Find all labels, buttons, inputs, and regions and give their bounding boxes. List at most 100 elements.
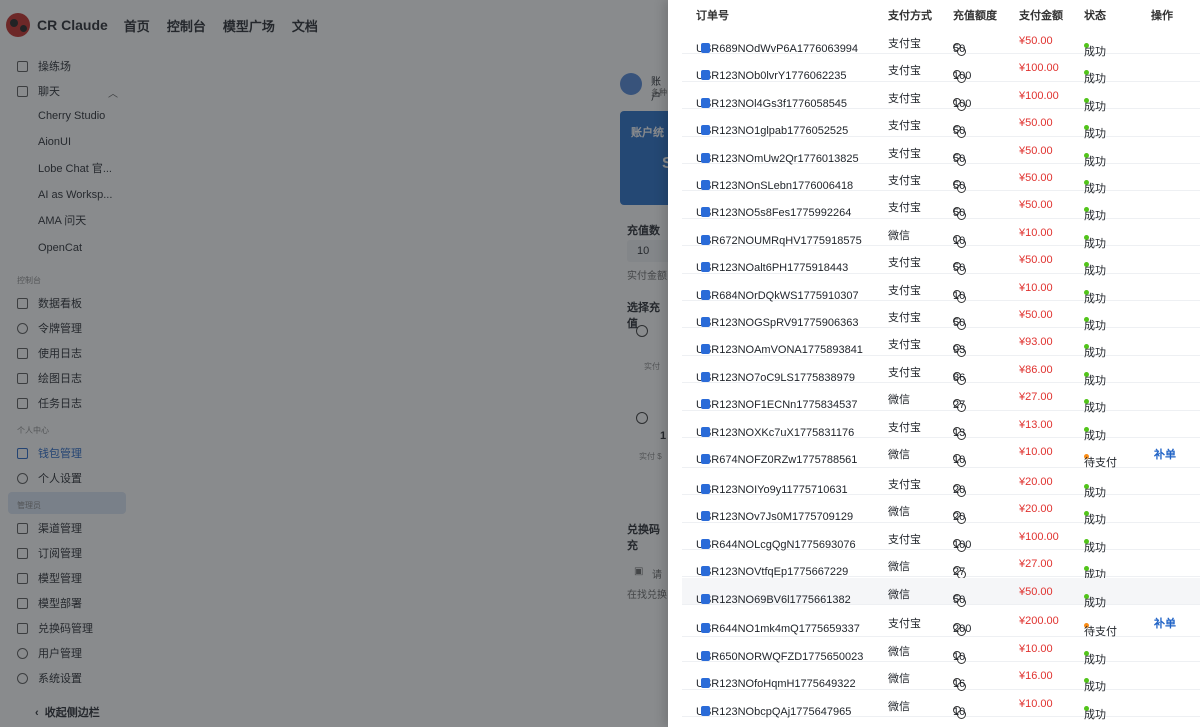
copy-icon[interactable] [699,621,710,634]
copy-icon[interactable] [699,123,710,136]
group-title-personal: 个人中心 [17,426,49,435]
copy-icon[interactable] [699,509,710,522]
redeem-input[interactable]: 请 [652,566,662,581]
sidebar-item-drawing-log[interactable]: 绘图日志 [17,368,82,388]
table-row: USR123NO7oC9LS1775838979 支付宝 86 ¥86.00 成功 [682,356,1200,387]
sidebar-item-usage-log[interactable]: 使用日志 [17,343,82,363]
pay-amount: ¥100.00 [1019,530,1059,543]
sidebar-item-personal-settings[interactable]: 个人设置 [17,468,82,488]
pay-amount: ¥50.00 [1019,144,1053,157]
nav-console[interactable]: 控制台 [167,16,206,35]
choose-recharge-label: 选择充值 [627,302,660,330]
chat-sub-lobe-chat[interactable]: Lobe Chat 官... [38,159,112,179]
table-row: USR672NOUMRqHV1775918575 微信 10 ¥10.00 成功 [682,219,1200,250]
copy-icon[interactable] [699,232,710,245]
table-row: USR123NO69BV6l1775661382 微信 50 ¥50.00 成功 [682,577,1200,609]
sidebar-item-models[interactable]: 模型管理 [17,568,82,588]
chat-sub-ai-as-workspace[interactable]: AI as Worksp... [38,185,112,205]
sidebar-item-chat[interactable]: 聊天 [17,81,60,101]
pay-amount: ¥50.00 [1019,254,1053,267]
sidebar-item-system-settings[interactable]: 系统设置 [17,668,82,688]
pay-amount: ¥10.00 [1019,697,1053,710]
table-row: USR123NOF1ECNn1775834537 微信 27 ¥27.00 成功 [682,383,1200,414]
copy-icon[interactable] [699,150,710,163]
pay-amount: ¥10.00 [1019,226,1053,239]
copy-icon[interactable] [699,481,710,494]
copy-icon[interactable] [699,205,710,218]
copy-icon[interactable] [699,703,710,716]
pay-method: 支付宝 [888,38,921,50]
sidebar-item-task-log[interactable]: 任务日志 [17,393,82,413]
pay-method: 微信 [888,588,910,601]
copy-icon[interactable] [699,41,710,53]
pay-method: 支付宝 [888,618,921,631]
resupply-order-button[interactable]: 补单 [1154,615,1176,631]
copy-icon[interactable] [699,452,710,464]
chat-sub-aionui[interactable]: AionUI [38,132,71,152]
table-row: USR123NOVtfqEp1775667229 微信 27 ¥27.00 成功 [682,550,1200,581]
chat-sub-ama[interactable]: AMA 问天 [38,211,86,231]
redeem-hint: 在找兑换 [627,590,667,601]
collapse-sidebar-button[interactable]: ‹ 收起侧边栏 [35,704,100,720]
copy-icon[interactable] [699,178,710,190]
copy-icon[interactable] [699,95,710,108]
resupply-order-button[interactable]: 补单 [1154,446,1176,462]
copy-icon[interactable] [699,424,710,437]
pay-amount: ¥93.00 [1019,336,1053,349]
recharge-amount-input[interactable]: 10 [627,240,668,262]
copy-icon[interactable] [699,287,710,300]
copy-icon[interactable] [699,397,710,410]
copy-icon[interactable] [699,536,710,549]
nav-home[interactable]: 首页 [124,16,150,35]
pay-method: 微信 [888,645,910,658]
chat-sub-opencat[interactable]: OpenCat [38,238,82,258]
copy-icon[interactable] [699,676,710,689]
dashboard-icon [17,297,28,309]
sidebar-item-wallet[interactable]: 钱包管理 [17,443,82,463]
pay-method: 支付宝 [888,175,921,187]
sidebar: 操练场 聊天 ︿ Cherry Studio AionUI Lobe Chat … [0,50,130,727]
table-header: 订单号 支付方式 充值额度 支付金额 状态 操作 [668,0,1200,27]
copy-icon[interactable] [699,564,710,577]
sidebar-item-redeem-codes[interactable]: 兑换码管理 [17,618,93,638]
sidebar-item-channels[interactable]: 渠道管理 [17,518,82,538]
playground-icon [17,60,28,72]
redeem-label: 兑换码充 [627,524,660,552]
copy-icon[interactable] [699,315,710,327]
table-row: USR123NOAmVONA1775893841 支付宝 93 ¥93.00 成功 [682,328,1200,359]
pay-method: 微信 [888,394,910,407]
pay-amount: ¥200.00 [1019,615,1059,628]
app-name[interactable]: CR Claude [37,17,108,33]
actual-amount-label: 实付金额 [627,271,667,282]
copy-icon[interactable] [699,260,710,273]
table-row: USR123NOIYo9y11775710631 支付宝 20 ¥20.00 成功 [682,468,1200,499]
sidebar-item-subscriptions[interactable]: 订阅管理 [17,543,82,563]
sidebar-item-playground[interactable]: 操练场 [17,56,71,76]
pay-amount: ¥27.00 [1019,391,1053,404]
table-row: USR123NObcpQAj1775647965 微信 10 ¥10.00 成功 [682,690,1200,721]
sidebar-item-model-deploy[interactable]: 模型部署 [17,593,82,613]
chat-sub-cherry-studio[interactable]: Cherry Studio [38,106,105,126]
copy-icon[interactable] [699,68,710,81]
header-quota: 充值额度 [953,10,997,22]
copy-icon[interactable] [699,648,710,661]
nav-model-square[interactable]: 模型广场 [223,16,275,35]
copy-icon[interactable] [699,591,710,604]
pay-amount: ¥50.00 [1019,35,1053,47]
chevron-up-icon[interactable]: ︿ [108,85,118,100]
sidebar-item-users[interactable]: 用户管理 [17,643,82,663]
sidebar-item-dashboard[interactable]: 数据看板 [17,293,82,313]
pay-method: 支付宝 [888,533,921,546]
table-row: USR689NOdWvP6A1776063994 支付宝 50 ¥50.00 成功 [682,27,1200,58]
pay-method: 支付宝 [888,92,921,105]
chart-icon [17,347,28,359]
coin-icon [636,412,648,424]
copy-icon[interactable] [699,342,710,355]
nav-docs[interactable]: 文档 [292,16,318,35]
task-icon [17,397,28,409]
sidebar-item-tokens[interactable]: 令牌管理 [17,318,82,338]
copy-icon[interactable] [699,369,710,382]
coin-icon [636,325,648,337]
table-row: USR123NO5s8Fes1775992264 支付宝 50 ¥50.00 成功 [682,191,1200,222]
app-logo[interactable] [6,13,30,37]
